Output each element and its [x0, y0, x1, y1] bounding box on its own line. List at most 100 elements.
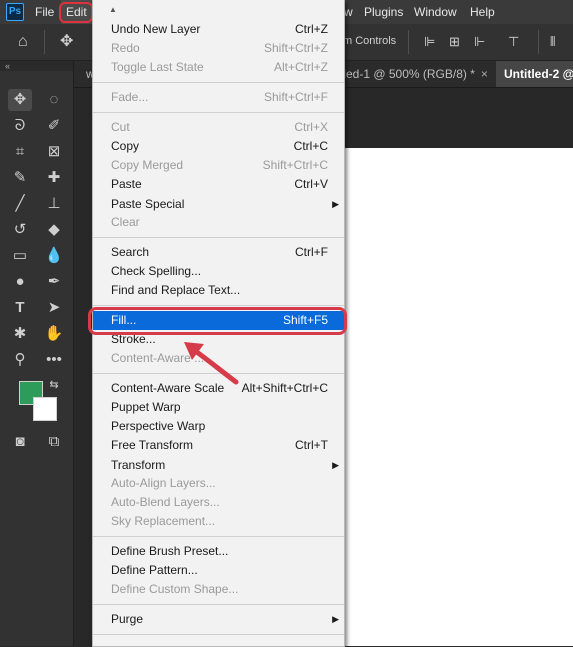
swap-colors-icon[interactable]: ⇆: [42, 374, 66, 396]
menu-item-free-transform[interactable]: Free Transform Ctrl+T: [93, 436, 344, 455]
menu-item-label: Auto-Blend Layers...: [111, 495, 220, 509]
menu-plugins[interactable]: Plugins: [364, 0, 403, 24]
quick-select-icon[interactable]: ✐: [42, 115, 66, 137]
tab-untitled-2[interactable]: Untitled-2 @: [496, 61, 573, 87]
menu-item-redo[interactable]: Redo Shift+Ctrl+Z: [93, 39, 344, 58]
menu-item-copy-merged[interactable]: Copy Merged Shift+Ctrl+C: [93, 156, 344, 175]
menu-item-puppet-warp[interactable]: Puppet Warp: [93, 398, 344, 417]
menu-item-purge[interactable]: Purge ▶: [93, 610, 344, 629]
menu-item-label: Define Custom Shape...: [111, 582, 239, 596]
home-icon[interactable]: ⌂: [18, 32, 28, 52]
tools-panel: « ✥ ◌ ᘐ ✐ ⌗ ⊠ ✎ ✚ ╱ ⊥ ↺ ◆ ▭ 💧 ● ✒ T ➤ ✱ …: [0, 61, 74, 646]
menu-item-shortcut: Ctrl+Z: [295, 22, 328, 36]
menu-item-copy[interactable]: Copy Ctrl+C: [93, 137, 344, 156]
menu-item-paste-special[interactable]: Paste Special ▶: [93, 195, 344, 214]
menu-item-label: Find and Replace Text...: [111, 283, 241, 297]
zoom-tool-icon[interactable]: ⚲: [8, 349, 32, 371]
menu-item-define-brush[interactable]: Define Brush Preset...: [93, 542, 344, 561]
type-tool-icon[interactable]: T: [8, 297, 32, 319]
shape-tool-icon[interactable]: ✱: [8, 323, 32, 345]
crop-tool-icon[interactable]: ⌗: [8, 141, 32, 163]
frame-tool-icon[interactable]: ⊠: [42, 141, 66, 163]
tab-close-icon[interactable]: ×: [481, 67, 488, 81]
eyedropper-icon[interactable]: ✎: [8, 167, 32, 189]
blur-tool-icon[interactable]: 💧: [42, 245, 66, 267]
menu-partial[interactable]: w: [344, 0, 353, 24]
scroll-up-icon[interactable]: ▲: [109, 5, 117, 14]
menu-item-sky-replacement[interactable]: Sky Replacement...: [93, 512, 344, 531]
menu-item-label: Search: [111, 245, 150, 259]
menu-item-undo[interactable]: Undo New Layer Ctrl+Z: [93, 20, 344, 39]
menu-item-label: Paste: [111, 177, 142, 191]
menu-item-label: Define Pattern...: [111, 563, 198, 577]
menu-item-fade[interactable]: Fade... Shift+Ctrl+F: [93, 88, 344, 107]
lasso-tool-icon[interactable]: ᘐ: [8, 115, 32, 137]
distribute-icon[interactable]: ⫴: [550, 32, 555, 52]
more-tools-icon[interactable]: •••: [42, 349, 66, 371]
pen-tool-icon[interactable]: ✒: [42, 271, 66, 293]
document-canvas[interactable]: [345, 148, 573, 646]
move-tool-icon[interactable]: ✥: [8, 89, 32, 111]
menu-item-label: Fade...: [111, 90, 149, 104]
menu-file[interactable]: File: [35, 0, 54, 24]
menu-window[interactable]: Window: [414, 0, 457, 24]
menu-item-perspective-warp[interactable]: Perspective Warp: [93, 417, 344, 436]
history-brush-icon[interactable]: ↺: [8, 219, 32, 241]
menu-item-label: Undo New Layer: [111, 22, 201, 36]
menu-item-shortcut: Shift+Ctrl+F: [263, 90, 328, 104]
menu-item-check-spelling[interactable]: Check Spelling...: [93, 262, 344, 281]
tab-label: tled-1 @ 500% (RGB/8) *: [340, 67, 475, 81]
brush-tool-icon[interactable]: ╱: [8, 193, 32, 215]
menu-item-label: Copy Merged: [111, 158, 184, 172]
menu-item-label: Copy: [111, 139, 140, 153]
menu-item-shortcut: Alt+Ctrl+Z: [273, 60, 328, 74]
menu-item-toggle-last-state[interactable]: Toggle Last State Alt+Ctrl+Z: [93, 58, 344, 77]
background-color-swatch[interactable]: [33, 397, 57, 421]
quick-mask-icon[interactable]: ◙: [8, 431, 32, 453]
screen-mode-icon[interactable]: ⧉: [42, 431, 66, 453]
menu-help[interactable]: Help: [470, 0, 495, 24]
menu-item-shortcut: Shift+Ctrl+C: [262, 158, 328, 172]
menu-item-shortcut: Ctrl+T: [295, 438, 328, 452]
gradient-tool-icon[interactable]: ▭: [8, 245, 32, 267]
menu-item-label: Auto-Align Layers...: [111, 476, 216, 490]
align-right-icon[interactable]: ⊩: [474, 32, 485, 52]
submenu-arrow-icon: ▶: [332, 614, 339, 624]
menu-item-define-custom-shape[interactable]: Define Custom Shape...: [93, 580, 344, 599]
menu-item-transform[interactable]: Transform ▶: [93, 456, 344, 475]
menu-separator: [93, 536, 344, 537]
healing-brush-icon[interactable]: ✚: [42, 167, 66, 189]
stamp-tool-icon[interactable]: ⊥: [42, 193, 66, 215]
menu-separator: [93, 112, 344, 113]
path-select-icon[interactable]: ➤: [42, 297, 66, 319]
menu-item-label: Clear: [111, 215, 140, 229]
menu-item-define-pattern[interactable]: Define Pattern...: [93, 561, 344, 580]
menu-item-auto-blend[interactable]: Auto-Blend Layers...: [93, 493, 344, 512]
menu-item-shortcut: Ctrl+X: [294, 120, 328, 134]
annotation-arrow-icon: [184, 342, 239, 385]
marquee-tool-icon[interactable]: ◌: [42, 89, 66, 111]
menu-item-clear[interactable]: Clear: [93, 213, 344, 232]
eraser-tool-icon[interactable]: ◆: [42, 219, 66, 241]
move-tool-icon[interactable]: ✥: [60, 32, 73, 52]
transform-controls-label[interactable]: m Controls: [343, 35, 396, 47]
menu-separator: [93, 237, 344, 238]
menu-item-paste[interactable]: Paste Ctrl+V: [93, 175, 344, 194]
menu-item-find-replace[interactable]: Find and Replace Text...: [93, 281, 344, 300]
menu-item-label: Transform: [111, 458, 166, 472]
align-left-icon[interactable]: ⊫: [424, 32, 435, 52]
menu-item-shortcut: Ctrl+C: [293, 139, 328, 153]
photoshop-logo: Ps: [6, 3, 24, 21]
dodge-tool-icon[interactable]: ●: [8, 271, 32, 293]
options-separator: [44, 30, 45, 54]
menu-item-search[interactable]: Search Ctrl+F: [93, 243, 344, 262]
menu-item-cut[interactable]: Cut Ctrl+X: [93, 118, 344, 137]
hand-tool-icon[interactable]: ✋: [42, 323, 66, 345]
menu-item-label: Check Spelling...: [111, 264, 202, 278]
tab-untitled-1[interactable]: tled-1 @ 500% (RGB/8) * ×: [336, 61, 492, 87]
menu-item-auto-align[interactable]: Auto-Align Layers...: [93, 474, 344, 493]
align-top-icon[interactable]: ⊤: [508, 32, 519, 52]
align-center-icon[interactable]: ⊞: [449, 32, 460, 52]
menu-item-shortcut: Alt+Shift+Ctrl+C: [241, 381, 328, 395]
tools-collapse[interactable]: «: [0, 61, 73, 71]
